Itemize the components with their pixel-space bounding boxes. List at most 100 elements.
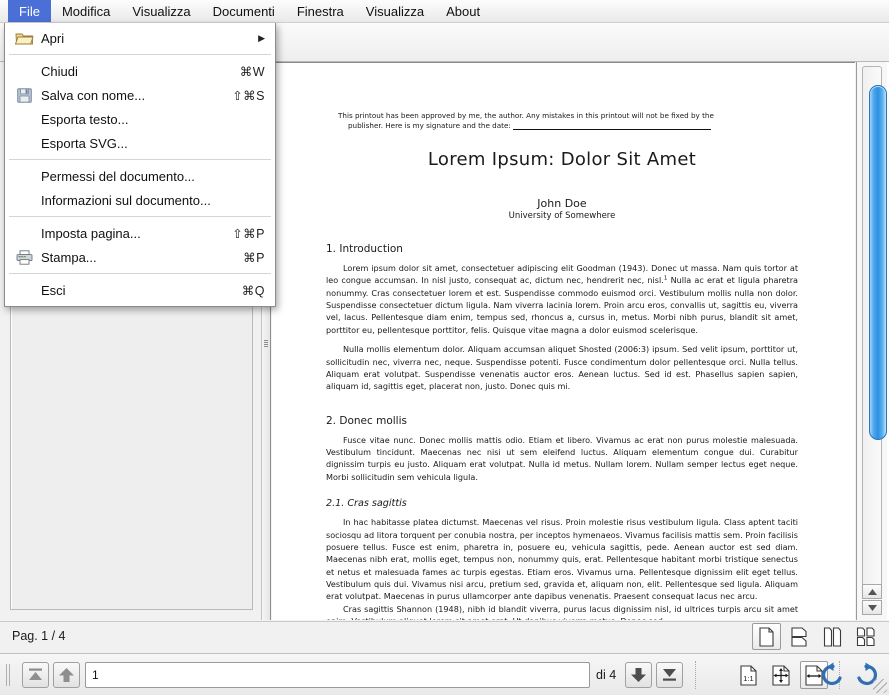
rotate-left-icon [820,662,846,688]
menu-item-apri-label: Apri [41,31,246,46]
fit-page-icon [771,665,791,686]
fit-page-button[interactable] [767,661,795,689]
menu-item-esporta-svg-label: Esporta SVG... [41,136,249,151]
no-icon [13,62,35,80]
open-folder-icon [13,29,35,47]
section-1-paragraph-2: Nulla mollis elementum dolor. Aliquam ac… [326,343,798,393]
last-page-icon [661,667,678,683]
menu-about[interactable]: About [435,0,491,22]
document-affiliation: University of Somewhere [326,211,798,221]
vertical-scrollbar[interactable] [856,62,889,620]
menu-item-salva-con-nome-label: Salva con nome... [41,88,216,103]
navbar-separator-1 [695,661,696,689]
menu-item-salva-con-nome[interactable]: Salva con nome... ⇧⌘S [5,83,275,107]
no-icon [13,167,35,185]
first-page-button[interactable] [22,662,49,688]
stamp-line-1: This printout has been approved by me, t… [338,111,714,120]
section-2-heading: 2. Donec mollis [326,415,798,427]
menu-finestra-label: Finestra [297,4,344,19]
triangle-down-icon [868,605,877,611]
last-page-button[interactable] [656,662,683,688]
triangle-up-icon [868,589,877,595]
menu-item-apri[interactable]: Apri ▶ [5,26,275,50]
menu-item-informazioni-documento[interactable]: Informazioni sul documento... [5,188,275,212]
menu-item-informazioni-documento-label: Informazioni sul documento... [41,193,265,208]
menu-file-label: File [19,4,40,19]
document-view[interactable]: This printout has been approved by me, t… [272,62,855,620]
menu-item-chiudi-accel: ⌘W [240,64,265,79]
signature-rule [513,129,711,130]
next-page-button[interactable] [625,662,652,688]
menu-finestra[interactable]: Finestra [286,0,355,22]
menu-visualizza[interactable]: Visualizza [121,0,201,22]
first-page-icon [27,667,44,683]
menu-bar: File Modifica Visualizza Documenti Fines… [0,0,889,23]
section-1-heading: 1. Introduction [326,243,798,255]
menu-item-esporta-testo[interactable]: Esporta testo... [5,107,275,131]
pdf-viewer-window: File Modifica Visualizza Documenti Fines… [0,0,889,695]
page-layout-group [752,623,880,650]
menu-item-permessi-documento[interactable]: Permessi del documento... [5,164,275,188]
arrow-up-icon [58,667,75,683]
single-page-icon [758,627,775,647]
menu-item-esci[interactable]: Esci ⌘Q [5,278,275,302]
arrow-down-icon [630,667,647,683]
menu-separator-1 [9,54,271,55]
layout-two-page-button[interactable] [818,623,847,650]
scroll-down-button[interactable] [862,600,882,615]
menu-separator-4 [9,273,271,274]
subsection-2-1-paragraph-1: In hac habitasse platea dictumst. Maecen… [326,516,798,603]
menu-modifica[interactable]: Modifica [51,0,121,22]
menu-item-stampa[interactable]: Stampa... ⌘P [5,245,275,269]
menu-item-stampa-label: Stampa... [41,250,227,265]
continuous-page-icon [790,627,809,647]
layout-two-page-continuous-button[interactable] [851,623,880,650]
menu-item-stampa-accel: ⌘P [243,250,265,265]
menu-item-imposta-pagina[interactable]: Imposta pagina... ⇧⌘P [5,221,275,245]
menu-documenti-label: Documenti [213,4,275,19]
two-page-continuous-icon [856,627,876,647]
rotate-left-button[interactable] [818,660,848,690]
window-resize-grip[interactable] [873,679,887,693]
scrollbar-thumb[interactable] [869,85,887,440]
menu-separator-3 [9,216,271,217]
file-dropdown-menu: Apri ▶ Chiudi ⌘W Salva con nome... ⇧⌘S [4,23,276,307]
previous-page-button[interactable] [53,662,80,688]
menu-about-label: About [446,4,480,19]
submenu-arrow-icon: ▶ [258,33,265,44]
subsection-2-1-heading: 2.1. Cras sagittis [326,498,798,509]
actual-size-button[interactable]: 1:1 [734,661,762,689]
menu-modifica-label: Modifica [62,4,110,19]
menu-item-esporta-svg[interactable]: Esporta SVG... [5,131,275,155]
page-number-input[interactable] [85,662,590,688]
menu-item-esporta-testo-label: Esporta testo... [41,112,249,127]
menu-item-imposta-pagina-accel: ⇧⌘P [232,226,265,241]
no-icon [13,110,35,128]
pdf-page-1: This printout has been approved by me, t… [282,65,842,620]
menu-item-imposta-pagina-label: Imposta pagina... [41,226,216,241]
svg-text:1:1: 1:1 [743,674,753,683]
menu-item-chiudi[interactable]: Chiudi ⌘W [5,59,275,83]
scrollbar-track[interactable] [862,66,882,586]
layout-continuous-button[interactable] [785,623,814,650]
no-icon [13,281,35,299]
navbar-grip-icon [6,664,11,686]
splitter-grip-icon [264,340,268,347]
menu-documenti[interactable]: Documenti [202,0,286,22]
scroll-up-button[interactable] [862,584,882,599]
total-pages-label: di 4 [596,668,616,682]
menu-item-esci-accel: ⌘Q [242,283,265,298]
menu-visualizza-2[interactable]: Visualizza [355,0,435,22]
menu-visualizza-2-label: Visualizza [366,4,424,19]
stamp-line-2: publisher. Here is my signature and the … [348,121,511,131]
actual-size-icon: 1:1 [739,665,758,686]
layout-single-page-button[interactable] [752,623,781,650]
menu-separator-2 [9,159,271,160]
two-page-icon [823,627,842,647]
approval-stamp: This printout has been approved by me, t… [338,111,786,132]
menu-item-esci-label: Esci [41,283,226,298]
section-2-paragraph-1: Fusce vitae nunc. Donec mollis mattis od… [326,434,798,484]
no-icon [13,224,35,242]
menu-file[interactable]: File [8,0,51,22]
no-icon [13,191,35,209]
